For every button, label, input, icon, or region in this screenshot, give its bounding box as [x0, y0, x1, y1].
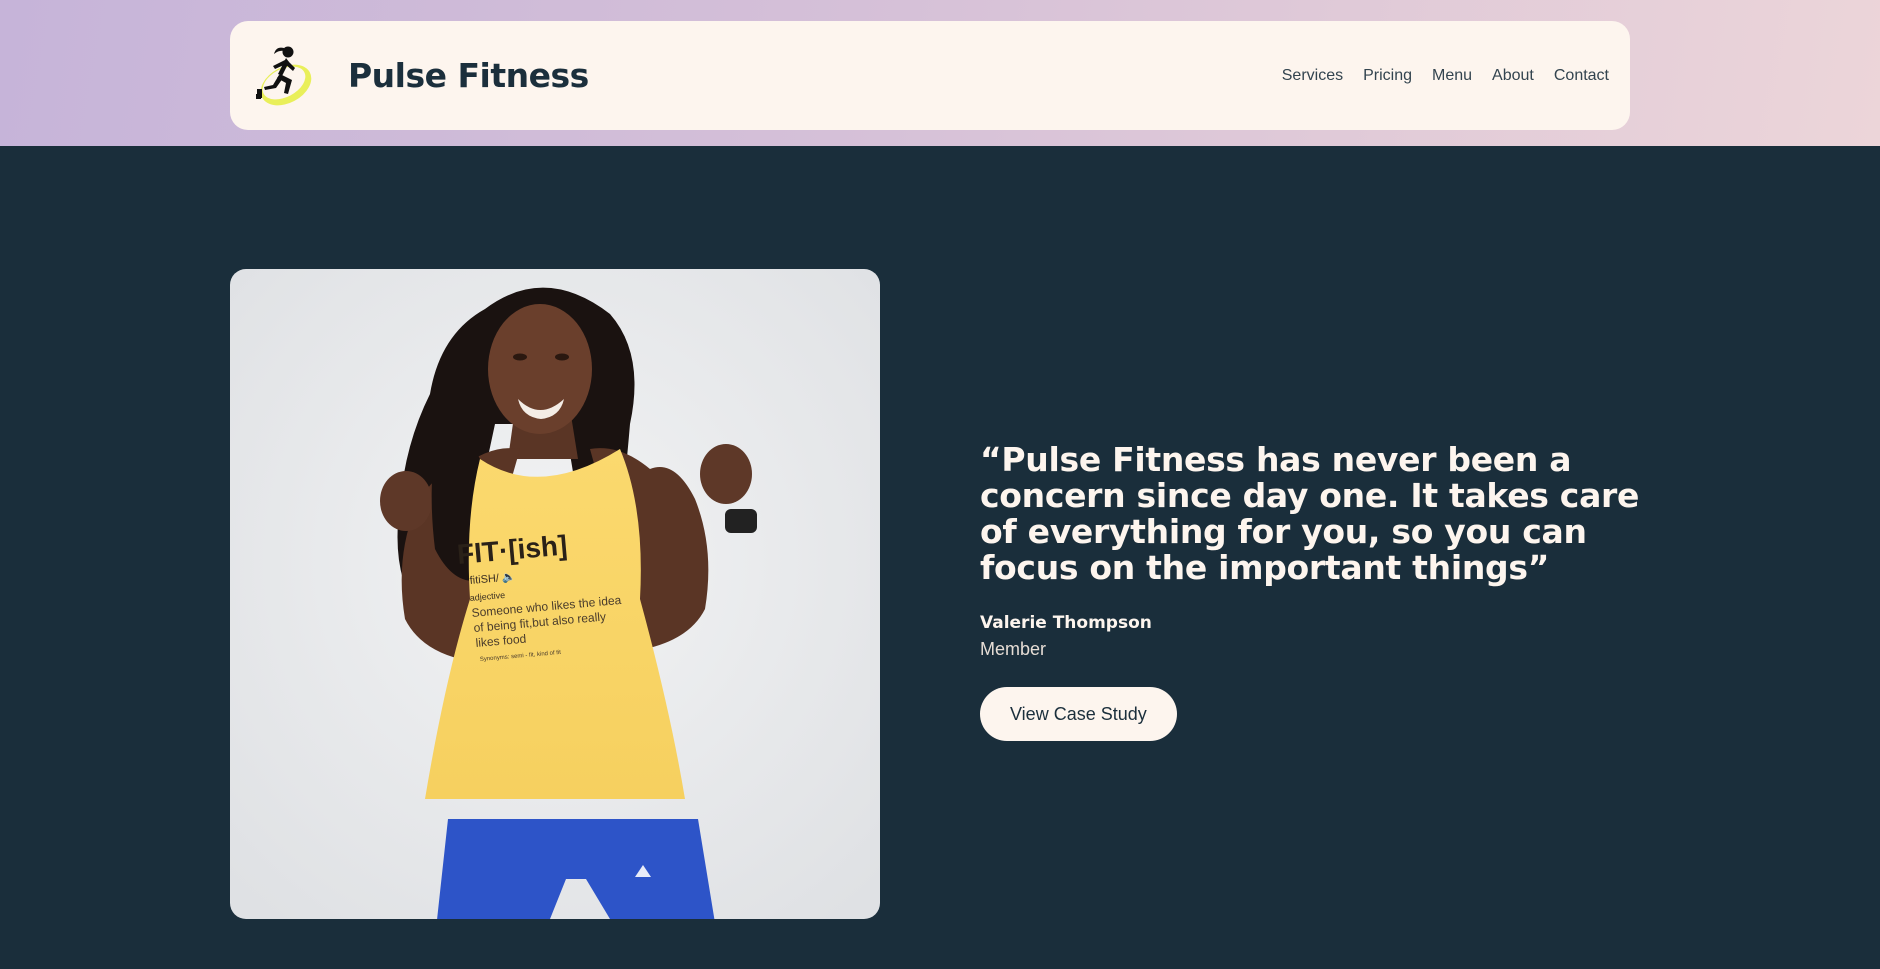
testimonial-quote: “Pulse Fitness has never been a concern …	[980, 440, 1640, 587]
main-nav: Services Pricing Menu About Contact	[1262, 67, 1609, 85]
running-woman-logo-icon	[256, 46, 312, 105]
navbar: Pulse Fitness Services Pricing Menu Abou…	[230, 21, 1630, 130]
nav-menu[interactable]: Menu	[1432, 67, 1472, 85]
brand-link[interactable]: Pulse Fitness	[250, 42, 589, 110]
nav-about[interactable]: About	[1492, 67, 1534, 85]
testimonial-section: “Pulse Fitness has never been a concern …	[980, 442, 1660, 741]
member-photo: FIT·[ish] fitiSH/ 🔈 adjective Someone wh…	[230, 269, 880, 919]
nav-pricing[interactable]: Pricing	[1363, 67, 1412, 85]
brand-name: Pulse Fitness	[348, 56, 589, 95]
nav-services[interactable]: Services	[1282, 67, 1343, 85]
author-role: Member	[980, 639, 1047, 659]
author-name: Valerie Thompson	[980, 613, 1152, 633]
nav-contact[interactable]: Contact	[1554, 67, 1609, 85]
view-case-study-button[interactable]: View Case Study	[980, 687, 1177, 741]
